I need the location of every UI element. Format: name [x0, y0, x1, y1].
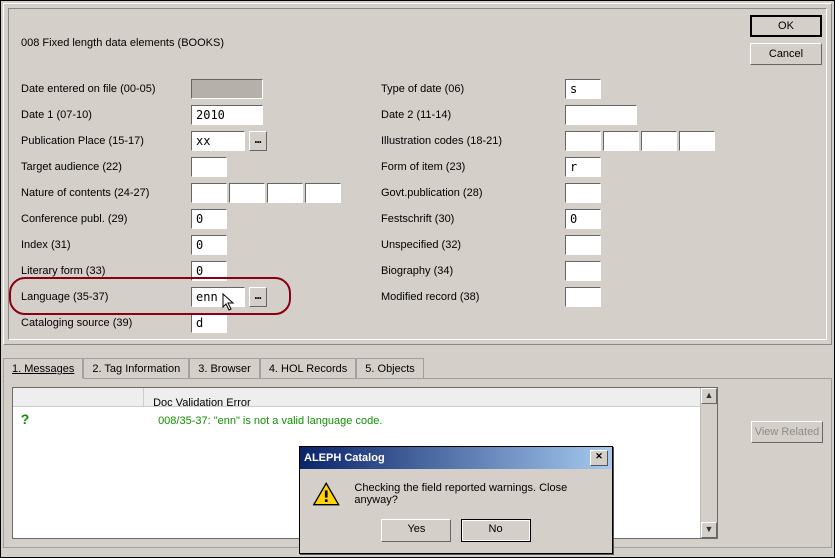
- illus-field-2[interactable]: [603, 131, 639, 151]
- view-related-button: View Related: [751, 421, 823, 443]
- label-index: Index (31): [21, 239, 71, 251]
- window: 008 Fixed length data elements (BOOKS) D…: [0, 0, 835, 558]
- scrollbar[interactable]: ▲ ▼: [700, 388, 717, 538]
- dialog-message: Checking the field reported warnings. Cl…: [354, 482, 600, 506]
- date1-field[interactable]: 2010: [191, 105, 263, 125]
- label-date2: Date 2 (11-14): [381, 109, 451, 121]
- form-item-field[interactable]: r: [565, 157, 601, 177]
- label-nature: Nature of contents (24-27): [21, 187, 149, 199]
- label-illus: Illustration codes (18-21): [381, 135, 502, 147]
- lit-form-field[interactable]: 0: [191, 261, 227, 281]
- index-field[interactable]: 0: [191, 235, 227, 255]
- illus-field-4[interactable]: [679, 131, 715, 151]
- message-row[interactable]: ? 008/35-37: "enn" is not a valid langua…: [13, 407, 717, 431]
- messages-header: Doc Validation Error: [13, 388, 717, 407]
- label-mod-record: Modified record (38): [381, 291, 479, 303]
- scroll-down-icon[interactable]: ▼: [701, 522, 717, 538]
- label-cat-source: Cataloging source (39): [21, 317, 132, 329]
- message-text: 008/35-37: "enn" is not a valid language…: [158, 415, 382, 427]
- form-panel: 008 Fixed length data elements (BOOKS) D…: [3, 3, 832, 345]
- no-button[interactable]: No: [461, 519, 531, 542]
- label-type-date: Type of date (06): [381, 83, 464, 95]
- panel-title: 008 Fixed length data elements (BOOKS): [21, 37, 224, 49]
- tab-hol-records[interactable]: 4. HOL Records: [260, 358, 356, 379]
- form-inner: 008 Fixed length data elements (BOOKS) D…: [8, 8, 827, 340]
- dialog-buttons: Yes No: [300, 519, 612, 548]
- nature-field-2[interactable]: [229, 183, 265, 203]
- nature-field-1[interactable]: [191, 183, 227, 203]
- tab-tag-info[interactable]: 2. Tag Information: [83, 358, 189, 379]
- close-icon[interactable]: ✕: [590, 450, 608, 466]
- pub-place-picker[interactable]: …: [249, 131, 267, 151]
- confirm-dialog: ALEPH Catalog ✕ Checking the field repor…: [299, 446, 613, 554]
- biography-field[interactable]: [565, 261, 601, 281]
- dialog-titlebar[interactable]: ALEPH Catalog ✕: [300, 447, 612, 469]
- yes-button[interactable]: Yes: [381, 519, 451, 542]
- label-pub-place: Publication Place (15-17): [21, 135, 144, 147]
- label-language: Language (35-37): [21, 291, 108, 303]
- label-govt-pub: Govt.publication (28): [381, 187, 483, 199]
- illus-field-3[interactable]: [641, 131, 677, 151]
- language-picker[interactable]: …: [249, 287, 267, 307]
- cancel-button[interactable]: Cancel: [750, 43, 822, 65]
- warning-icon: [312, 481, 340, 507]
- dialog-body: Checking the field reported warnings. Cl…: [300, 469, 612, 519]
- messages-header-title: Doc Validation Error: [147, 395, 257, 411]
- dialog-title-text: ALEPH Catalog: [304, 452, 385, 464]
- label-unspecified: Unspecified (32): [381, 239, 461, 251]
- label-biography: Biography (34): [381, 265, 453, 277]
- label-date-entered: Date entered on file (00-05): [21, 83, 156, 95]
- language-field[interactable]: enn: [191, 287, 245, 307]
- nature-field-3[interactable]: [267, 183, 303, 203]
- label-festschrift: Festschrift (30): [381, 213, 454, 225]
- messages-header-col1: [13, 388, 144, 406]
- conf-publ-field[interactable]: 0: [191, 209, 227, 229]
- tab-objects[interactable]: 5. Objects: [356, 358, 424, 379]
- festschrift-field[interactable]: 0: [565, 209, 601, 229]
- illus-field-1[interactable]: [565, 131, 601, 151]
- label-date1: Date 1 (07-10): [21, 109, 92, 121]
- mod-record-field[interactable]: [565, 287, 601, 307]
- type-date-field[interactable]: s: [565, 79, 601, 99]
- pub-place-field[interactable]: xx: [191, 131, 245, 151]
- date2-field[interactable]: [565, 105, 637, 125]
- tabstrip: 1. Messages 2. Tag Information 3. Browse…: [3, 357, 832, 378]
- label-lit-form: Literary form (33): [21, 265, 105, 277]
- ok-button[interactable]: OK: [750, 15, 822, 37]
- tab-messages[interactable]: 1. Messages: [3, 358, 83, 379]
- target-aud-field[interactable]: [191, 157, 227, 177]
- unspecified-field[interactable]: [565, 235, 601, 255]
- label-target-aud: Target audience (22): [21, 161, 122, 173]
- date-entered-field: [191, 79, 263, 99]
- scroll-up-icon[interactable]: ▲: [701, 388, 717, 404]
- nature-field-4[interactable]: [305, 183, 341, 203]
- label-form-item: Form of item (23): [381, 161, 465, 173]
- cat-source-field[interactable]: d: [191, 313, 227, 333]
- question-icon: ?: [15, 411, 35, 427]
- label-conf-publ: Conference publ. (29): [21, 213, 127, 225]
- govt-pub-field[interactable]: [565, 183, 601, 203]
- tab-browser[interactable]: 3. Browser: [189, 358, 260, 379]
